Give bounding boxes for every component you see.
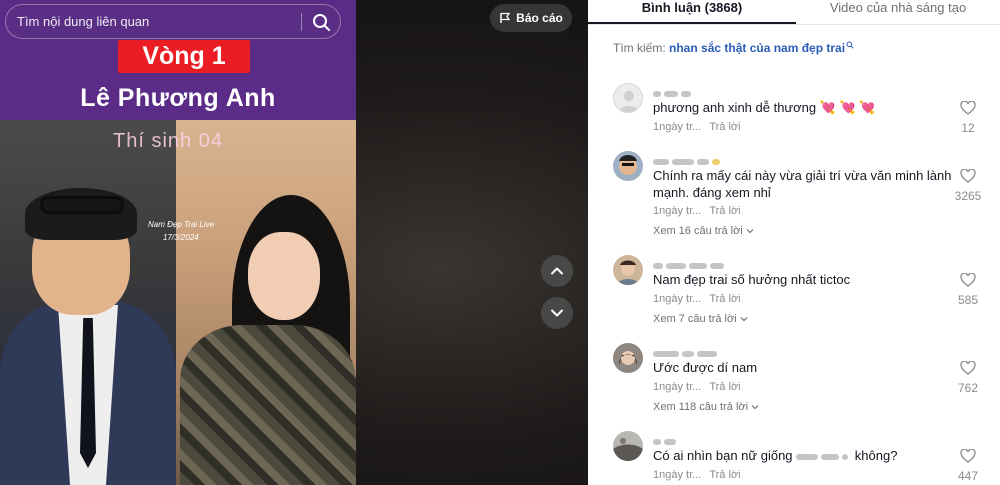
search-suggestion-link[interactable]: nhan sắc thật của nam đẹp trai — [669, 41, 854, 55]
view-replies-label: Xem 118 câu trả lời — [653, 401, 749, 413]
tab-comments[interactable]: Bình luận (3868) — [588, 0, 796, 24]
video-frame[interactable]: Vòng 1 Lê Phương Anh Thí sinh 04 Nam Đẹp… — [0, 0, 356, 485]
comment-time: 1ngày tr... — [653, 121, 702, 133]
username[interactable] — [653, 152, 753, 165]
heart-icon — [960, 168, 976, 183]
avatar[interactable] — [613, 431, 643, 461]
comment-text: phương anh xinh dễ thương 💘 💘 💘 — [653, 99, 953, 116]
censored-name — [796, 448, 851, 463]
default-avatar-icon — [619, 91, 639, 112]
contestant-name: Lê Phương Anh — [80, 84, 276, 112]
comments-panel: Bình luận (3868) Video của nhà sáng tạo … — [588, 0, 1000, 485]
user-avatar-icon — [613, 343, 643, 373]
reply-button[interactable]: Trả lời — [709, 293, 740, 305]
username[interactable] — [653, 344, 743, 357]
like-count: 3265 — [954, 189, 982, 203]
panel-tabs: Bình luận (3868) Video của nhà sáng tạo — [588, 0, 1000, 25]
view-replies-button[interactable]: Xem 7 câu trả lời — [653, 313, 748, 325]
person-face-right — [248, 232, 320, 320]
avatar[interactable] — [613, 343, 643, 373]
comment-meta: 1ngày tr... Trả lời — [653, 381, 741, 393]
previous-video-button[interactable] — [541, 255, 573, 287]
comment-body-end: không? — [854, 448, 898, 463]
heart-icon — [960, 272, 976, 287]
comment-meta: 1ngày tr... Trả lời — [653, 293, 741, 305]
search-icon — [313, 14, 330, 31]
search-divider — [301, 13, 302, 31]
chevron-down-icon — [746, 229, 754, 234]
like-count: 762 — [957, 381, 979, 395]
comment-meta: 1ngày tr... Trả lời — [653, 469, 741, 481]
username[interactable] — [653, 256, 763, 269]
comment-time: 1ngày tr... — [653, 293, 702, 305]
person-top-right — [180, 325, 356, 485]
like-button[interactable]: 12 — [948, 100, 988, 135]
chevron-down-icon — [551, 309, 563, 317]
user-avatar-icon — [613, 151, 643, 181]
comment-text: Chính ra mấy cái này vừa giải trí vừa vă… — [653, 168, 952, 200]
search-button[interactable] — [309, 11, 333, 33]
comment-time: 1ngày tr... — [653, 205, 702, 217]
sunglasses — [40, 196, 124, 214]
view-replies-label: Xem 16 câu trả lời — [653, 225, 743, 237]
avatar[interactable] — [613, 151, 643, 181]
comment-meta: 1ngày tr... Trả lời — [653, 205, 741, 217]
heart-emoji: 💘 💘 💘 — [819, 100, 876, 115]
reply-button[interactable]: Trả lời — [709, 205, 740, 217]
search-icon — [846, 41, 854, 49]
chevron-up-icon — [551, 267, 563, 275]
search-suggestion: Tìm kiếm: nhan sắc thật của nam đẹp trai — [613, 41, 854, 55]
chevron-down-icon — [740, 317, 748, 322]
comment-body: Có ai nhìn bạn nữ giống — [653, 448, 793, 463]
comment-time: 1ngày tr... — [653, 381, 702, 393]
like-button[interactable]: 3265 — [948, 168, 988, 203]
contestant-number: Thí sinh 04 — [113, 130, 223, 152]
heart-icon — [960, 360, 976, 375]
user-avatar-icon — [613, 431, 643, 461]
comment-text: Nam đẹp trai số hưởng nhất tictoc — [653, 272, 851, 287]
comment-body: phương anh xinh dễ thương — [653, 100, 817, 115]
round-label: Vòng 1 — [118, 40, 250, 73]
watermark-title: Nam Đẹp Trai Live — [148, 220, 215, 229]
heart-icon — [960, 448, 976, 463]
like-count: 447 — [957, 469, 979, 483]
report-button[interactable]: Báo cáo — [490, 4, 572, 32]
like-button[interactable]: 585 — [948, 272, 988, 307]
like-count: 585 — [957, 293, 979, 307]
comment-text: Có ai nhìn bạn nữ giống không? — [653, 447, 953, 464]
user-avatar-icon — [613, 255, 643, 285]
comment-time: 1ngày tr... — [653, 469, 702, 481]
reply-button[interactable]: Trả lời — [709, 381, 740, 393]
search-suggestion-prefix: Tìm kiếm: — [613, 41, 666, 55]
heart-icon — [960, 100, 976, 115]
like-count: 12 — [961, 121, 975, 135]
tab-creator-videos[interactable]: Video của nhà sáng tạo — [796, 0, 1000, 24]
reply-button[interactable]: Trả lời — [709, 121, 740, 133]
username[interactable] — [653, 432, 693, 445]
related-search-input[interactable] — [17, 5, 297, 38]
like-button[interactable]: 447 — [948, 448, 988, 483]
like-button[interactable]: 762 — [948, 360, 988, 395]
related-search-box[interactable] — [5, 4, 341, 39]
view-replies-button[interactable]: Xem 16 câu trả lời — [653, 225, 754, 237]
search-suggestion-query: nhan sắc thật của nam đẹp trai — [669, 41, 846, 55]
avatar[interactable] — [613, 83, 643, 113]
video-player[interactable]: Vòng 1 Lê Phương Anh Thí sinh 04 Nam Đẹp… — [0, 0, 588, 485]
watermark-date: 17/3/2024 — [163, 233, 199, 242]
chevron-down-icon — [751, 405, 759, 410]
username[interactable] — [653, 84, 733, 97]
comment-meta: 1ngày tr... Trả lời — [653, 121, 741, 133]
reply-button[interactable]: Trả lời — [709, 469, 740, 481]
next-video-button[interactable] — [541, 297, 573, 329]
comment-text: Ước được dí nam — [653, 360, 758, 375]
avatar[interactable] — [613, 255, 643, 285]
flag-icon — [500, 12, 511, 23]
view-replies-label: Xem 7 câu trả lời — [653, 313, 737, 325]
report-label: Báo cáo — [516, 11, 563, 25]
view-replies-button[interactable]: Xem 118 câu trả lời — [653, 401, 759, 413]
